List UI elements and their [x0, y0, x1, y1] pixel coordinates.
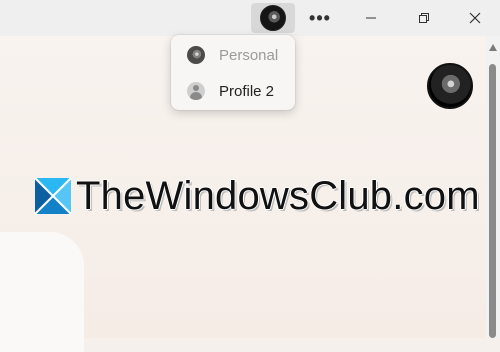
restore-icon	[419, 13, 429, 23]
title-bar: •••	[0, 0, 500, 36]
more-options-label: •••	[309, 7, 331, 28]
profile-avatar-icon	[260, 5, 286, 31]
profile-menu-item-personal[interactable]: Personal	[171, 38, 295, 72]
profile-dropdown-menu: Personal Profile 2	[171, 35, 295, 110]
scrollbar-thumb[interactable]	[489, 64, 496, 338]
watermark-text: TheWindowsClub.com	[76, 174, 480, 218]
profile-menu-item-profile-2[interactable]: Profile 2	[171, 74, 295, 108]
watermark-logo: TheWindowsClub.com	[34, 174, 480, 218]
minimize-icon	[366, 17, 376, 19]
profile-menu-item-label: Personal	[219, 46, 279, 64]
personal-avatar-icon	[187, 46, 205, 64]
close-button[interactable]	[452, 0, 498, 36]
minimize-button[interactable]	[349, 0, 393, 36]
generic-person-icon	[187, 82, 205, 100]
profile-menu-item-label: Profile 2	[219, 82, 275, 100]
profile-avatar-large-icon[interactable]	[427, 63, 473, 109]
close-icon	[469, 12, 481, 24]
content-card	[0, 232, 84, 352]
profile-button[interactable]	[251, 3, 295, 33]
restore-button[interactable]	[402, 0, 446, 36]
more-options-button[interactable]: •••	[298, 0, 342, 36]
vertical-scrollbar[interactable]	[486, 36, 500, 338]
windows-club-logo-icon	[34, 177, 72, 215]
scroll-up-arrow-icon[interactable]	[489, 44, 497, 51]
